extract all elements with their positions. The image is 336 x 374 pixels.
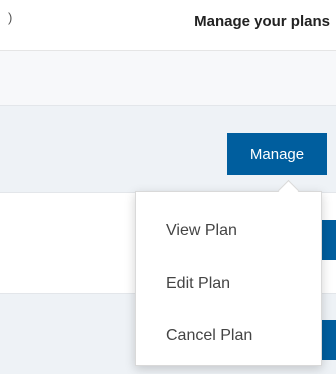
manage-button[interactable]: Manage (227, 133, 327, 175)
page-title: Manage your plans (194, 13, 330, 30)
header-row: ) Manage your plans (0, 0, 336, 51)
menu-item-cancel-plan[interactable]: Cancel Plan (166, 327, 252, 345)
plan-row (0, 51, 336, 106)
manage-dropdown-menu: View Plan Edit Plan Cancel Plan (135, 191, 322, 366)
menu-item-view-plan[interactable]: View Plan (166, 222, 237, 240)
header-left-fragment: ) (8, 10, 13, 25)
menu-item-edit-plan[interactable]: Edit Plan (166, 275, 230, 293)
